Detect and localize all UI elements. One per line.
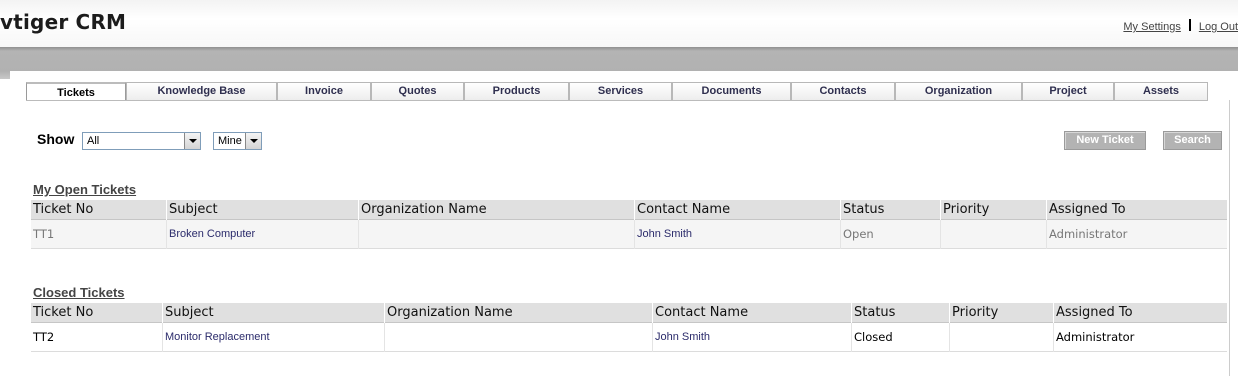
tab-knowledge-base[interactable]: Knowledge Base bbox=[126, 82, 277, 101]
open-tickets-title[interactable]: My Open Tickets bbox=[33, 182, 136, 197]
col-organization: Organization Name bbox=[358, 200, 634, 220]
subject-link[interactable]: Broken Computer bbox=[166, 220, 358, 249]
open-tickets-header: Ticket No Subject Organization Name Cont… bbox=[31, 200, 1227, 220]
ticket-no-cell: TT2 bbox=[33, 330, 55, 344]
col-contact: Contact Name bbox=[652, 303, 851, 323]
ticket-no-cell: TT1 bbox=[33, 227, 55, 241]
col-priority: Priority bbox=[940, 200, 1046, 220]
organization-cell bbox=[358, 220, 634, 249]
owner-filter-select[interactable]: Mine bbox=[213, 132, 262, 150]
app-logo: vtiger CRM bbox=[0, 10, 127, 34]
tab-products[interactable]: Products bbox=[464, 82, 569, 101]
new-ticket-button[interactable]: New Ticket bbox=[1064, 131, 1146, 150]
chevron-down-icon[interactable] bbox=[184, 133, 200, 149]
col-subject: Subject bbox=[166, 200, 358, 220]
tab-quotes[interactable]: Quotes bbox=[371, 82, 464, 101]
tab-tickets[interactable]: Tickets bbox=[26, 82, 126, 101]
header-bar: vtiger CRM My Settings Log Out bbox=[0, 0, 1238, 47]
tab-organization[interactable]: Organization bbox=[895, 82, 1022, 101]
tab-services[interactable]: Services bbox=[569, 82, 672, 101]
status-cell: Closed bbox=[851, 323, 949, 352]
assigned-to-cell: Administrator bbox=[1053, 323, 1227, 352]
col-organization: Organization Name bbox=[384, 303, 652, 323]
col-ticket-no: Ticket No bbox=[33, 305, 94, 320]
closed-tickets-header: Ticket No Subject Organization Name Cont… bbox=[31, 303, 1227, 323]
show-filter-select[interactable]: All bbox=[82, 132, 201, 150]
owner-filter-value: Mine bbox=[218, 135, 242, 147]
chevron-down-icon[interactable] bbox=[245, 133, 261, 149]
col-priority: Priority bbox=[949, 303, 1053, 323]
col-status: Status bbox=[851, 303, 949, 323]
search-button[interactable]: Search bbox=[1163, 131, 1222, 150]
status-cell: Open bbox=[840, 220, 940, 249]
col-assigned-to: Assigned To bbox=[1053, 303, 1227, 323]
closed-tickets-title[interactable]: Closed Tickets bbox=[33, 285, 125, 300]
col-status: Status bbox=[840, 200, 940, 220]
tab-invoice[interactable]: Invoice bbox=[277, 82, 371, 101]
tab-assets[interactable]: Assets bbox=[1114, 82, 1208, 101]
col-assigned-to: Assigned To bbox=[1046, 200, 1227, 220]
col-subject: Subject bbox=[162, 303, 384, 323]
priority-cell bbox=[949, 323, 1053, 352]
show-label: Show bbox=[37, 131, 75, 147]
col-contact: Contact Name bbox=[634, 200, 840, 220]
header-links: My Settings Log Out bbox=[1123, 19, 1238, 33]
tab-contacts[interactable]: Contacts bbox=[791, 82, 895, 101]
tabs-baseline bbox=[26, 100, 1208, 101]
my-settings-link[interactable]: My Settings bbox=[1123, 21, 1180, 33]
logout-link[interactable]: Log Out bbox=[1199, 21, 1238, 33]
content-border bbox=[1229, 100, 1230, 376]
tab-project[interactable]: Project bbox=[1022, 82, 1114, 101]
link-separator bbox=[1188, 19, 1191, 31]
subject-link[interactable]: Monitor Replacement bbox=[162, 323, 384, 352]
col-ticket-no: Ticket No bbox=[33, 202, 94, 217]
tab-documents[interactable]: Documents bbox=[672, 82, 791, 101]
contact-link[interactable]: John Smith bbox=[652, 323, 851, 352]
table-row[interactable]: TT1 Broken Computer John Smith Open Admi… bbox=[31, 220, 1227, 249]
contact-link[interactable]: John Smith bbox=[634, 220, 840, 249]
assigned-to-cell: Administrator bbox=[1046, 220, 1227, 249]
show-filter-value: All bbox=[87, 135, 100, 147]
organization-cell bbox=[384, 323, 652, 352]
table-row[interactable]: TT2 Monitor Replacement John Smith Close… bbox=[31, 323, 1227, 352]
priority-cell bbox=[940, 220, 1046, 249]
